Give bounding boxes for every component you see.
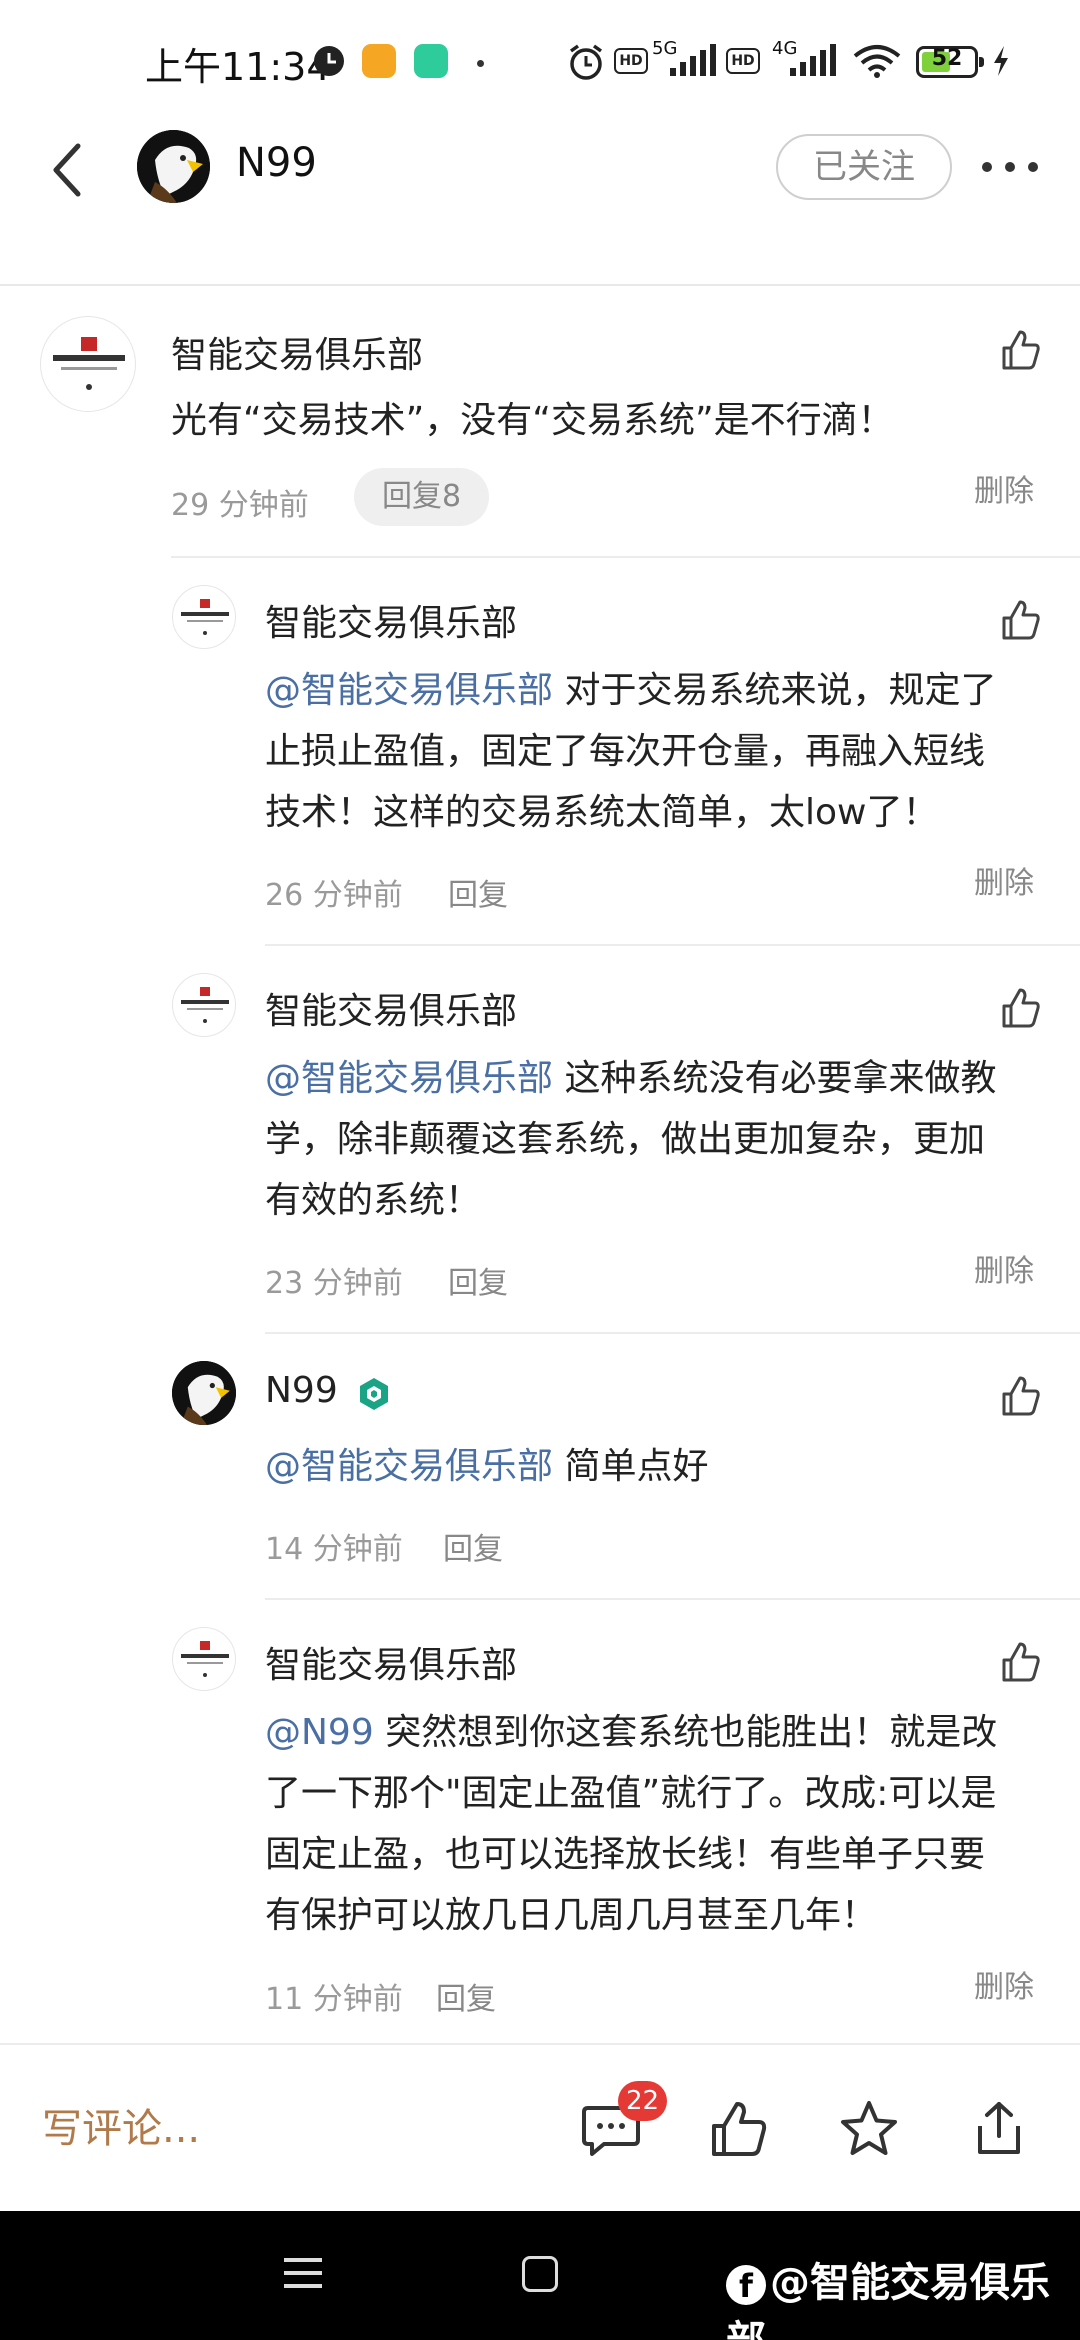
app-notification-icon <box>414 44 448 78</box>
like-icon[interactable] <box>998 986 1042 1030</box>
club-logo-image <box>181 1641 229 1677</box>
delete-button[interactable]: 删除 <box>974 1246 1034 1290</box>
mention-link[interactable]: @智能交易俱乐部 <box>265 1446 553 1487</box>
favorite-star-icon[interactable] <box>838 2098 900 2160</box>
reply-text-line: 学，除非颠覆这套系统，做出更加复杂，更加 <box>265 1119 986 1160</box>
reply-author[interactable]: N99 <box>265 1370 338 1411</box>
reply-text-line: 简单点好 <box>553 1446 709 1487</box>
comment-count-badge: 22 <box>618 2081 668 2121</box>
comment-time: 29 分钟前 <box>171 488 309 523</box>
alarm-icon <box>569 44 603 80</box>
comment-text: 光有“交易技术”，没有“交易系统”是不行滴！ <box>171 400 894 441</box>
reply-author[interactable]: 智能交易俱乐部 <box>265 982 517 1034</box>
like-icon[interactable] <box>708 2098 770 2160</box>
mention-link[interactable]: @智能交易俱乐部 <box>265 1058 553 1099</box>
reply-author[interactable]: 智能交易俱乐部 <box>265 594 517 646</box>
club-logo-image <box>181 987 229 1023</box>
avatar[interactable] <box>40 316 136 412</box>
wifi-icon <box>853 45 901 78</box>
reply-text-line: 有保护可以放几日几周几月甚至几年！ <box>265 1895 878 1936</box>
facebook-logo-icon: f <box>726 2265 766 2305</box>
page-title: N99 <box>236 140 317 186</box>
following-button[interactable]: 已关注 <box>776 134 952 200</box>
reply-text: @智能交易俱乐部 简单点好 <box>265 1436 1055 1497</box>
write-comment-input[interactable]: 写评论... <box>42 2096 200 2154</box>
battery-level: 52 <box>931 46 963 71</box>
reply-author[interactable]: 智能交易俱乐部 <box>265 1636 517 1688</box>
home-square-icon[interactable] <box>522 2256 558 2292</box>
mention-link[interactable]: @N99 <box>265 1712 374 1753</box>
reply-text-line: 对于交易系统来说，规定了 <box>553 670 997 711</box>
status-bar: 上午11:34 HD 5G HD 4G 52 <box>0 0 1080 130</box>
reply-text-line: 了一下那个"固定止盈值”就行了。改成:可以是 <box>265 1773 997 1814</box>
eagle-avatar-image <box>137 130 210 203</box>
like-icon[interactable] <box>998 1640 1042 1684</box>
delete-button[interactable]: 删除 <box>974 466 1034 510</box>
divider <box>265 1598 1080 1600</box>
divider <box>0 284 1080 286</box>
hd-icon: HD <box>726 48 760 74</box>
avatar[interactable] <box>172 585 236 649</box>
mention-link[interactable]: @智能交易俱乐部 <box>265 670 553 711</box>
reply-button[interactable]: 回复 <box>448 870 508 914</box>
avatar[interactable] <box>137 130 210 203</box>
share-icon[interactable] <box>968 2098 1030 2160</box>
reply-text-line: 技术！这样的交易系统太简单，太low了！ <box>265 792 939 833</box>
hd-icon: HD <box>614 48 648 74</box>
reply-time: 26 分钟前 <box>265 878 403 913</box>
reply-text: @智能交易俱乐部 这种系统没有必要拿来做教 学，除非颠覆这套系统，做出更加复杂，… <box>265 1048 1055 1231</box>
reply-text: @智能交易俱乐部 对于交易系统来说，规定了 止损止盈值，固定了每次开仓量，再融入… <box>265 660 1055 843</box>
clock-icon <box>314 46 344 76</box>
watermark: f@智能交易俱乐部 <box>726 2250 1080 2340</box>
reply-time: 23 分钟前 <box>265 1266 403 1301</box>
reply-text-line: 这种系统没有必要拿来做教 <box>553 1058 997 1099</box>
eagle-avatar-image <box>172 1361 236 1425</box>
reply-time: 14 分钟前 <box>265 1532 403 1567</box>
reply-button[interactable]: 回复 <box>448 1258 508 1302</box>
club-logo-image <box>53 337 125 390</box>
battery-icon: 52 <box>916 46 984 78</box>
reply-button[interactable]: 回复 <box>443 1524 503 1568</box>
comment-author[interactable]: 智能交易俱乐部 <box>171 326 423 378</box>
reply-text-line: 突然想到你这套系统也能胜出！就是改 <box>373 1712 998 1753</box>
divider <box>265 944 1080 946</box>
menu-icon[interactable] <box>284 2256 322 2290</box>
reply-text-line: 固定止盈，也可以选择放长线！有些单子只要 <box>265 1834 986 1875</box>
club-logo-image <box>181 599 229 635</box>
notification-dot <box>477 60 484 67</box>
charging-icon <box>994 46 1008 76</box>
delete-button[interactable]: 删除 <box>974 858 1034 902</box>
back-icon[interactable] <box>48 140 88 200</box>
reply-button[interactable]: 回复 <box>436 1974 496 2018</box>
avatar[interactable] <box>172 973 236 1037</box>
reply-count-button[interactable]: 回复8 <box>354 468 490 526</box>
delete-button[interactable]: 删除 <box>974 1962 1034 2006</box>
reply-text-line: 有效的系统！ <box>265 1180 482 1221</box>
watermark-text: @智能交易俱乐部 <box>726 2260 1050 2340</box>
app-notification-icon <box>362 44 396 78</box>
signal-icon <box>790 44 836 76</box>
reply-time: 11 分钟前 <box>265 1982 403 2017</box>
status-time: 上午11:34 <box>145 45 331 89</box>
more-icon[interactable] <box>980 160 1040 174</box>
signal-icon <box>670 44 716 76</box>
divider <box>265 1332 1080 1334</box>
reply-text-line: 止损止盈值，固定了每次开仓量，再融入短线 <box>265 731 986 772</box>
like-icon[interactable] <box>998 598 1042 642</box>
divider <box>171 556 1080 558</box>
like-icon[interactable] <box>998 1374 1042 1418</box>
avatar[interactable] <box>172 1361 236 1425</box>
verified-badge-icon <box>360 1378 388 1410</box>
reply-text: @N99 突然想到你这套系统也能胜出！就是改 了一下那个"固定止盈值”就行了。改… <box>265 1702 1055 1946</box>
like-icon[interactable] <box>998 328 1042 372</box>
avatar[interactable] <box>172 1627 236 1691</box>
